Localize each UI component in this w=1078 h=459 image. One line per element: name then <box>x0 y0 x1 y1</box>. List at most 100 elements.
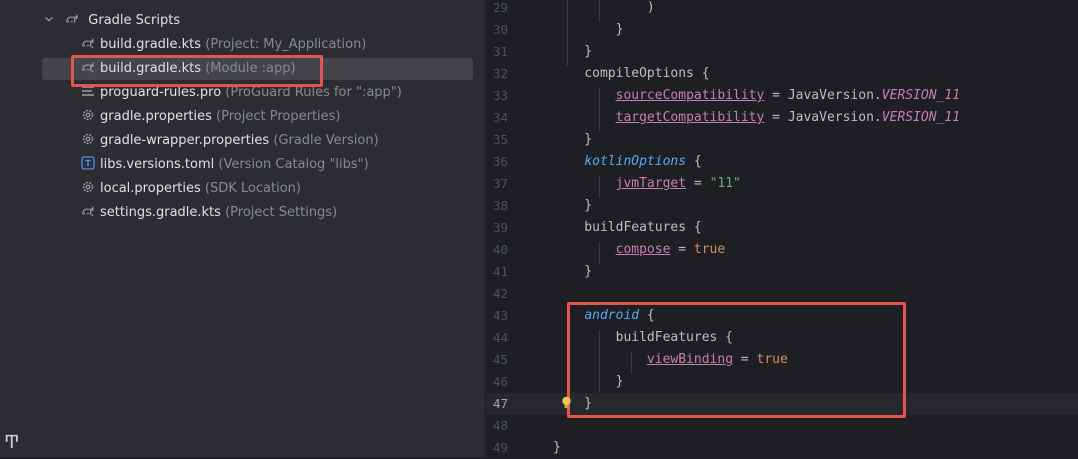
file-hint: (Project Settings) <box>225 205 338 220</box>
code-line[interactable]: 39 buildFeatures { <box>486 217 1078 239</box>
line-number: 37 <box>492 176 508 191</box>
code-text: } <box>553 396 593 411</box>
line-number: 34 <box>492 110 508 125</box>
tree-item-file[interactable]: settings.gradle.kts (Project Settings) <box>81 202 337 224</box>
line-number: 46 <box>492 374 508 389</box>
tree-group-label: Gradle Scripts <box>88 13 181 28</box>
code-line[interactable]: 45 viewBinding = true <box>486 349 1078 371</box>
line-number: 44 <box>492 330 508 345</box>
code-line[interactable]: 37 jvmTarget = "11" <box>486 173 1078 195</box>
tree-item-file[interactable]: build.gradle.kts (Module :app) <box>81 58 296 80</box>
code-text: viewBinding = true <box>646 352 788 367</box>
code-line[interactable]: 38 } <box>486 195 1078 217</box>
line-number: 31 <box>492 44 508 59</box>
code-text: targetCompatibility = JavaVersion.VERSIO… <box>615 110 961 125</box>
code-text: sourceCompatibility = JavaVersion.VERSIO… <box>615 88 961 103</box>
line-number: 49 <box>492 440 508 455</box>
tree-item-xml[interactable]: xml <box>117 0 141 2</box>
file-hint: (Module :app) <box>205 61 296 76</box>
code-text: } <box>553 22 624 37</box>
tree-item-file[interactable]: gradle-wrapper.properties (Gradle Versio… <box>81 130 379 152</box>
line-number: 32 <box>492 66 508 81</box>
code-text: } <box>553 264 593 279</box>
gradle-elephant-icon <box>82 206 94 217</box>
code-line[interactable]: 36 kotlinOptions { <box>486 151 1078 173</box>
toml-icon <box>81 156 95 170</box>
tree-item-file[interactable]: local.properties (SDK Location) <box>81 178 301 200</box>
code-text: kotlinOptions { <box>584 154 702 169</box>
line-number: 42 <box>492 286 508 301</box>
file-hint: (SDK Location) <box>204 181 301 196</box>
tree-item-file[interactable]: proguard-rules.pro (ProGuard Rules for "… <box>81 82 402 104</box>
project-tree-panel: xml Gradle Scripts build.gradle.kts (Pro… <box>29 0 485 457</box>
code-line[interactable]: 42 <box>486 283 1078 305</box>
file-name: gradle.properties <box>100 109 212 124</box>
line-number: 29 <box>492 0 508 15</box>
file-hint: (Project: My_Application) <box>205 37 367 52</box>
line-number: 35 <box>492 132 508 147</box>
gradle-elephant-icon <box>82 62 94 73</box>
tree-item-file[interactable]: libs.versions.toml (Version Catalog "lib… <box>81 154 369 176</box>
code-editor[interactable]: 29 ) 30 } 31 } 32 compileOptions {33 source… <box>486 0 1078 457</box>
gradle-elephant-icon <box>82 38 94 49</box>
code-line[interactable]: 29 ) <box>486 0 1078 19</box>
file-name: gradle-wrapper.properties <box>100 133 270 148</box>
code-line[interactable]: 48 <box>486 415 1078 437</box>
file-name: proguard-rules.pro <box>100 85 222 100</box>
code-line[interactable]: 32 compileOptions { <box>486 63 1078 85</box>
code-line[interactable]: 49} <box>486 437 1078 459</box>
line-number: 43 <box>492 308 508 323</box>
file-name: build.gradle.kts <box>100 61 202 76</box>
code-line[interactable]: 33 sourceCompatibility = JavaVersion.VER… <box>486 85 1078 107</box>
gradle-elephant-icon <box>66 14 78 23</box>
line-number: 41 <box>492 264 508 279</box>
file-name: build.gradle.kts <box>100 37 202 52</box>
code-line[interactable]: 40 compose = true <box>486 239 1078 261</box>
tool-window-strip: Ͳ <box>0 0 30 457</box>
chevron-down-icon[interactable] <box>43 12 55 26</box>
code-line[interactable]: 43 android { <box>486 305 1078 327</box>
code-line[interactable]: 46 } <box>486 371 1078 393</box>
file-hint: (Gradle Version) <box>273 133 379 148</box>
code-line[interactable]: 35 } <box>486 129 1078 151</box>
line-number: 33 <box>492 88 508 103</box>
code-text: } <box>553 198 593 213</box>
code-text: compose = true <box>615 242 726 257</box>
code-text: android { <box>584 308 655 323</box>
code-line[interactable]: 34 targetCompatibility = JavaVersion.VER… <box>486 107 1078 129</box>
lightbulb-icon[interactable] <box>561 396 572 410</box>
code-text: buildFeatures { <box>553 330 734 345</box>
code-text: } <box>553 132 593 147</box>
line-number: 36 <box>492 154 508 169</box>
code-text: } <box>553 374 624 389</box>
code-text: compileOptions { <box>553 66 710 81</box>
file-hint: (Version Catalog "libs") <box>218 157 369 172</box>
code-text: ) <box>553 0 655 15</box>
file-name: settings.gradle.kts <box>100 205 221 220</box>
terminal-tool-icon[interactable]: Ͳ <box>4 432 20 453</box>
tree-item-file[interactable]: build.gradle.kts (Project: My_Applicatio… <box>81 34 366 56</box>
code-text: } <box>553 440 561 455</box>
line-number: 39 <box>492 220 508 235</box>
file-hint: (Project Properties) <box>216 109 341 124</box>
text-lines-icon <box>82 86 94 96</box>
tree-item-file[interactable]: gradle.properties (Project Properties) <box>81 106 341 128</box>
file-name: local.properties <box>100 181 201 196</box>
line-number: 30 <box>492 22 508 37</box>
code-text: buildFeatures { <box>553 220 702 235</box>
code-line[interactable]: 31 } <box>486 41 1078 63</box>
file-hint: (ProGuard Rules for ":app") <box>225 85 402 100</box>
code-line[interactable]: 44 buildFeatures { <box>486 327 1078 349</box>
code-line[interactable]: 30 } <box>486 19 1078 41</box>
code-line[interactable]: 41 } <box>486 261 1078 283</box>
file-name: libs.versions.toml <box>100 157 215 172</box>
line-number: 40 <box>492 242 508 257</box>
line-number: 47 <box>492 396 508 411</box>
line-number: 38 <box>492 198 508 213</box>
code-text: } <box>553 44 593 59</box>
code-text: jvmTarget = "11" <box>615 176 741 191</box>
tree-group-gradle-scripts[interactable]: Gradle Scripts <box>43 10 180 32</box>
line-number: 48 <box>492 418 508 433</box>
line-number: 45 <box>492 352 508 367</box>
code-line[interactable]: 47 } <box>486 393 1078 415</box>
